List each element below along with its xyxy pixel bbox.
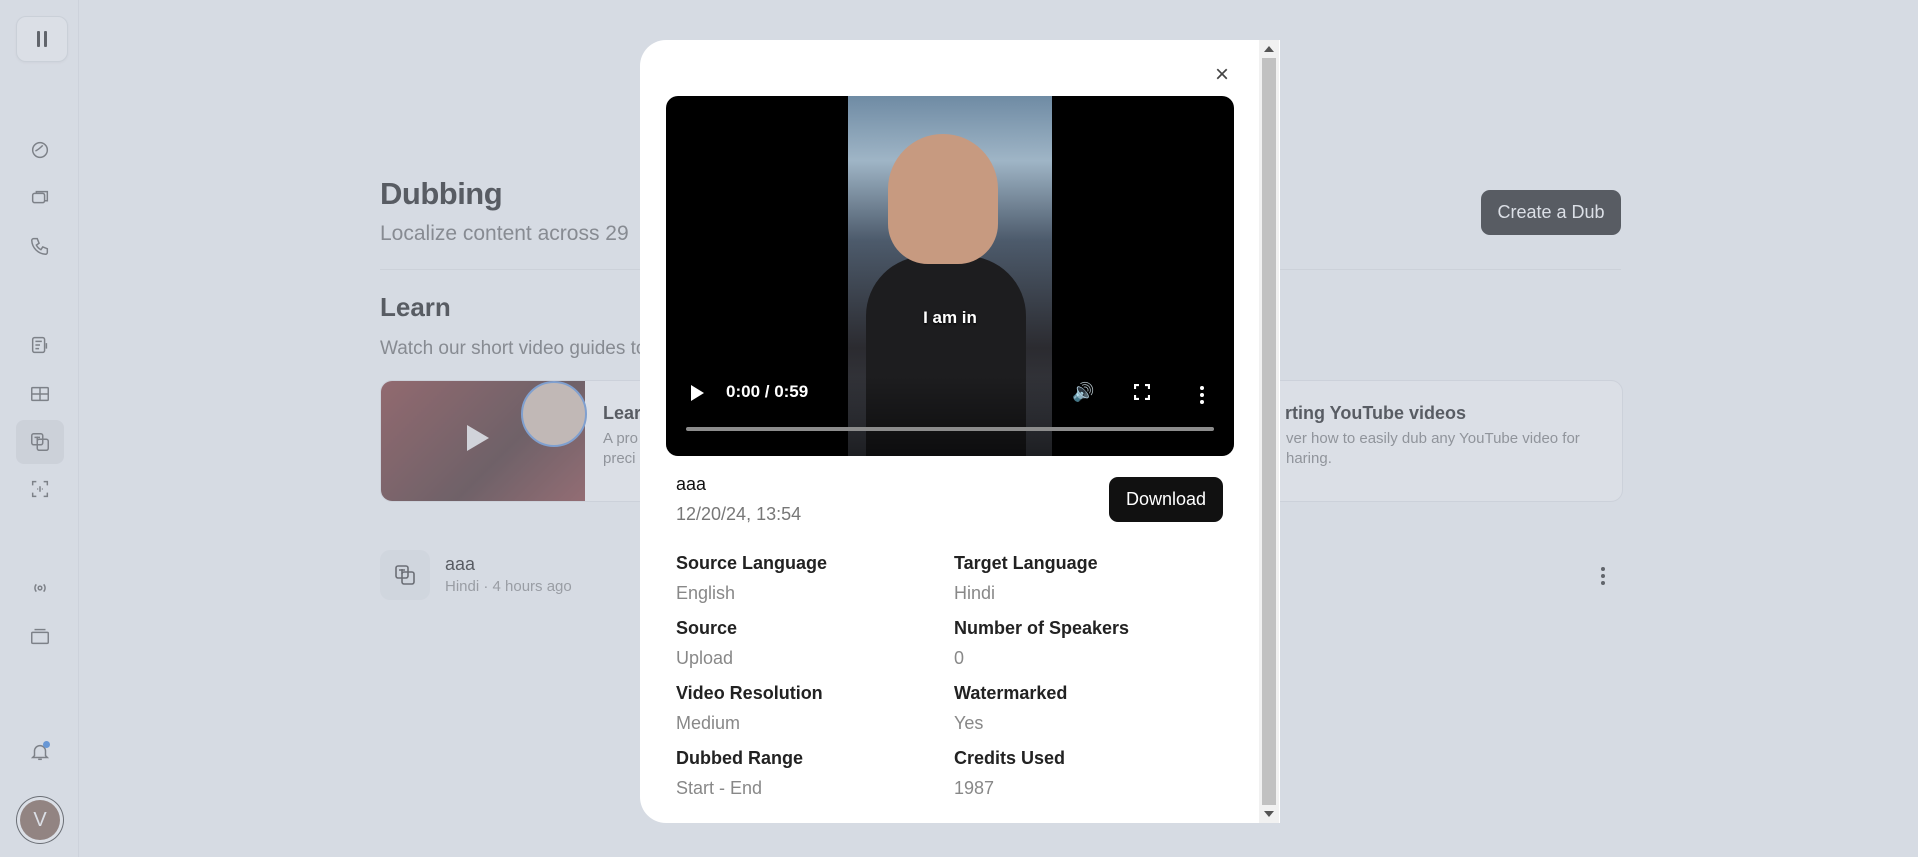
field-label: Source Language xyxy=(676,553,828,573)
volume-icon[interactable]: 🔊 xyxy=(1072,382,1094,403)
close-icon[interactable]: × xyxy=(1211,63,1233,87)
field-value: Start - End xyxy=(676,778,763,798)
modal-scrollbar[interactable] xyxy=(1259,40,1279,823)
field-label: Target Language xyxy=(954,553,1098,573)
field-label: Video Resolution xyxy=(676,683,823,703)
video-progress-bar[interactable] xyxy=(686,427,1214,431)
field-value: Yes xyxy=(954,713,984,733)
dub-date: 12/20/24, 13:54 xyxy=(676,504,802,524)
scrollbar-thumb[interactable] xyxy=(1262,58,1276,805)
field-label: Source xyxy=(676,618,738,638)
scroll-down-icon[interactable] xyxy=(1264,811,1274,817)
field-value: 1987 xyxy=(954,778,995,798)
video-player[interactable]: I am in 0:00 / 0:59 🔊 xyxy=(666,96,1234,456)
download-button[interactable]: Download xyxy=(1109,477,1223,522)
video-time: 0:00 / 0:59 xyxy=(726,382,809,401)
fullscreen-icon[interactable] xyxy=(1133,383,1151,401)
video-more-icon[interactable] xyxy=(1200,386,1204,404)
field-label: Credits Used xyxy=(954,748,1066,768)
dub-title: aaa xyxy=(676,474,707,494)
field-value: English xyxy=(676,583,736,603)
scroll-up-icon[interactable] xyxy=(1264,46,1274,52)
field-label: Dubbed Range xyxy=(676,748,804,768)
field-value: Medium xyxy=(676,713,741,733)
dub-details-modal: × I am in 0:00 / 0:59 🔊 aaa 12/20/24, 13… xyxy=(640,40,1280,823)
video-caption: I am in xyxy=(923,308,977,327)
field-value: Hindi xyxy=(954,583,996,603)
play-icon[interactable] xyxy=(691,385,704,401)
field-label: Watermarked xyxy=(954,683,1068,703)
field-value: Upload xyxy=(676,648,734,668)
field-label: Number of Speakers xyxy=(954,618,1130,638)
field-value: 0 xyxy=(954,648,965,668)
video-subject-face xyxy=(888,134,998,264)
